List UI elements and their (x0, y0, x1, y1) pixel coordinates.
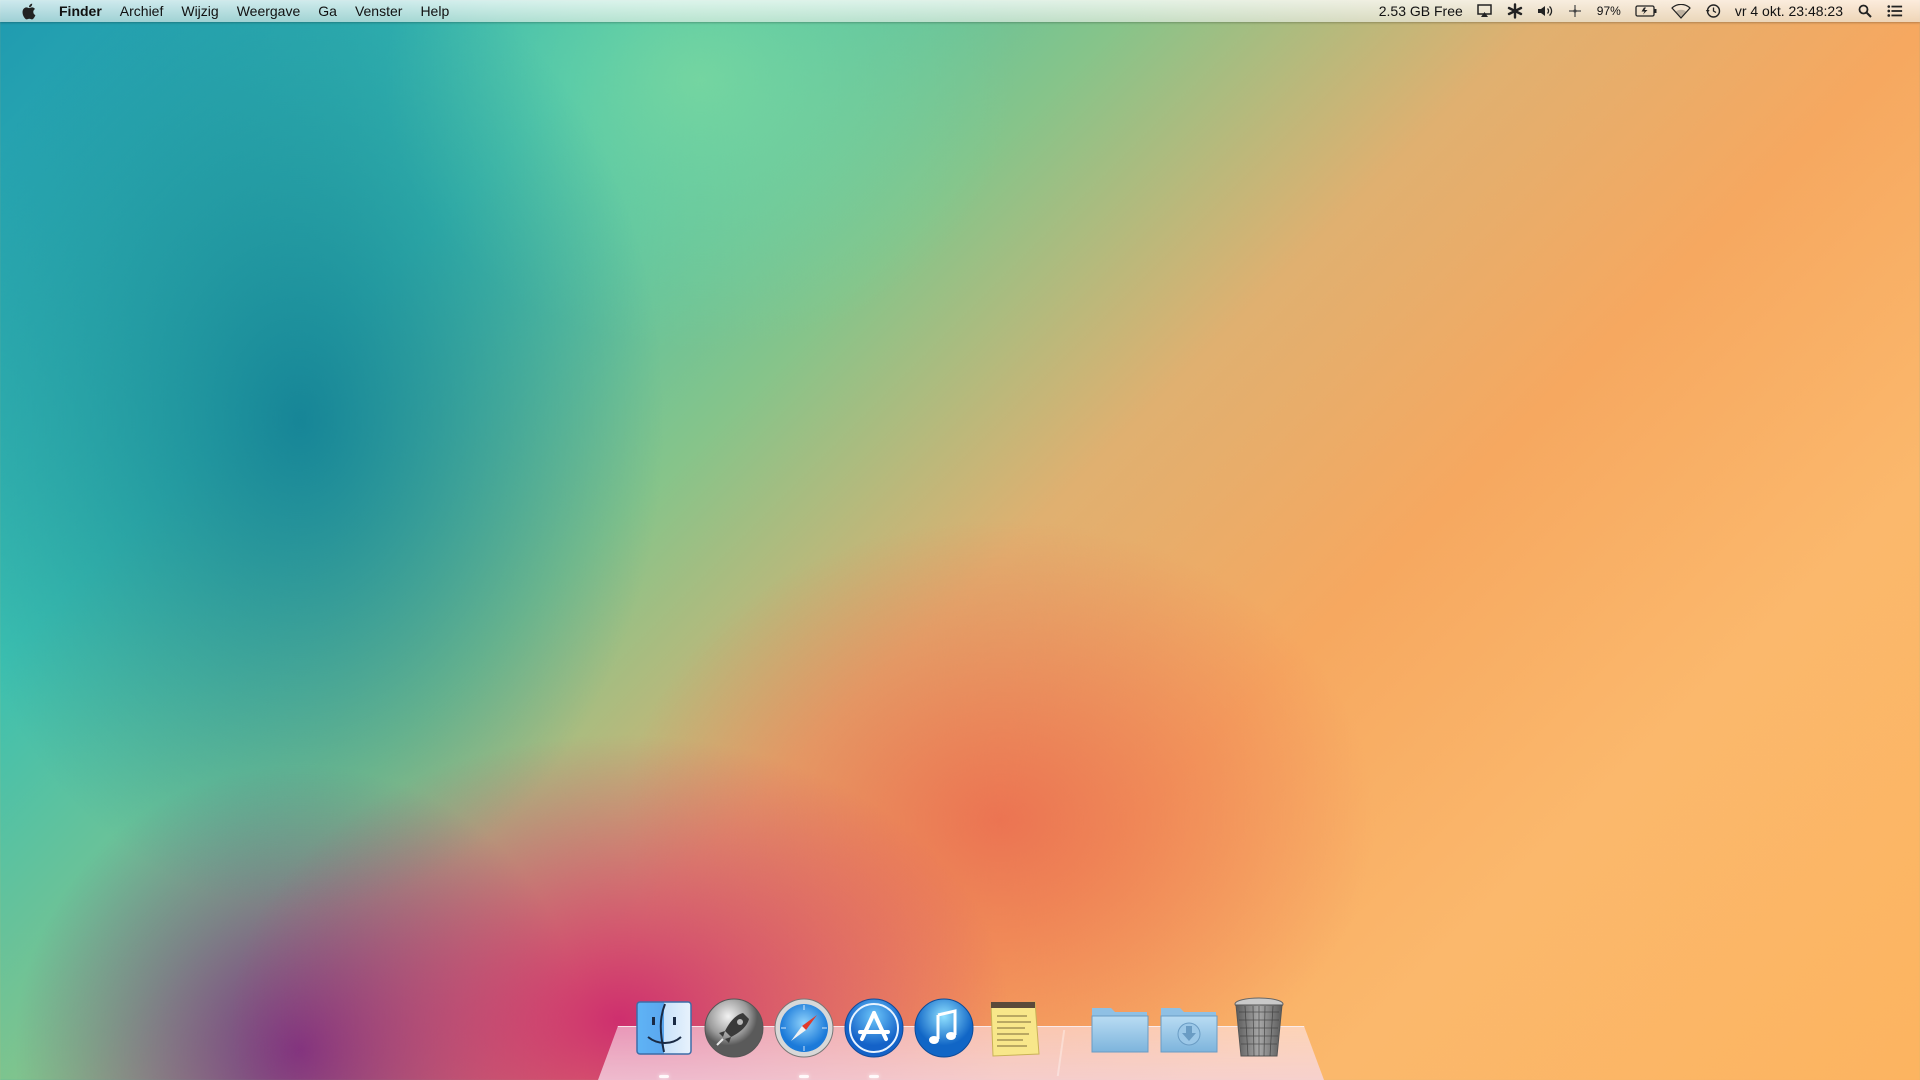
volume-icon[interactable] (1530, 3, 1560, 19)
running-indicator (659, 1075, 669, 1078)
menu-archief[interactable]: Archief (111, 0, 173, 22)
finder-icon[interactable] (633, 996, 695, 1060)
menu-weergave[interactable]: Weergave (228, 0, 310, 22)
safari-icon[interactable] (773, 996, 835, 1060)
folder-icon[interactable] (1089, 996, 1151, 1060)
itunes-icon[interactable] (913, 996, 975, 1060)
disk-free-status[interactable]: 2.53 GB Free (1372, 0, 1470, 22)
menu-finder[interactable]: Finder (50, 0, 111, 22)
battery-icon[interactable] (1628, 3, 1664, 19)
clock[interactable]: vr 4 okt. 23:48:23 (1728, 0, 1850, 22)
bluetooth-asterisk-icon[interactable] (1500, 3, 1530, 19)
apple-logo-icon[interactable] (18, 2, 38, 20)
downloads-folder-icon[interactable] (1158, 996, 1220, 1060)
running-indicator (869, 1075, 879, 1078)
time-machine-icon[interactable] (1698, 3, 1728, 19)
menu-venster[interactable]: Venster (346, 0, 411, 22)
menu-ga[interactable]: Ga (309, 0, 346, 22)
trash-icon[interactable] (1228, 996, 1290, 1060)
app-store-icon[interactable] (843, 996, 905, 1060)
spotlight-search-icon[interactable] (1850, 3, 1880, 19)
notes-icon[interactable] (983, 996, 1045, 1060)
notification-center-icon[interactable] (1880, 3, 1910, 19)
wifi-icon[interactable] (1664, 3, 1698, 19)
menu-wijzig[interactable]: Wijzig (172, 0, 227, 22)
move-cursor-icon[interactable] (1560, 3, 1590, 19)
airplay-icon[interactable] (1470, 3, 1500, 19)
launchpad-icon[interactable] (703, 996, 765, 1060)
menu-help[interactable]: Help (411, 0, 458, 22)
running-indicator (799, 1075, 809, 1078)
battery-percentage[interactable]: 97% (1590, 0, 1628, 22)
menu-bar: Finder Archief Wijzig Weergave Ga Venste… (0, 0, 1920, 22)
